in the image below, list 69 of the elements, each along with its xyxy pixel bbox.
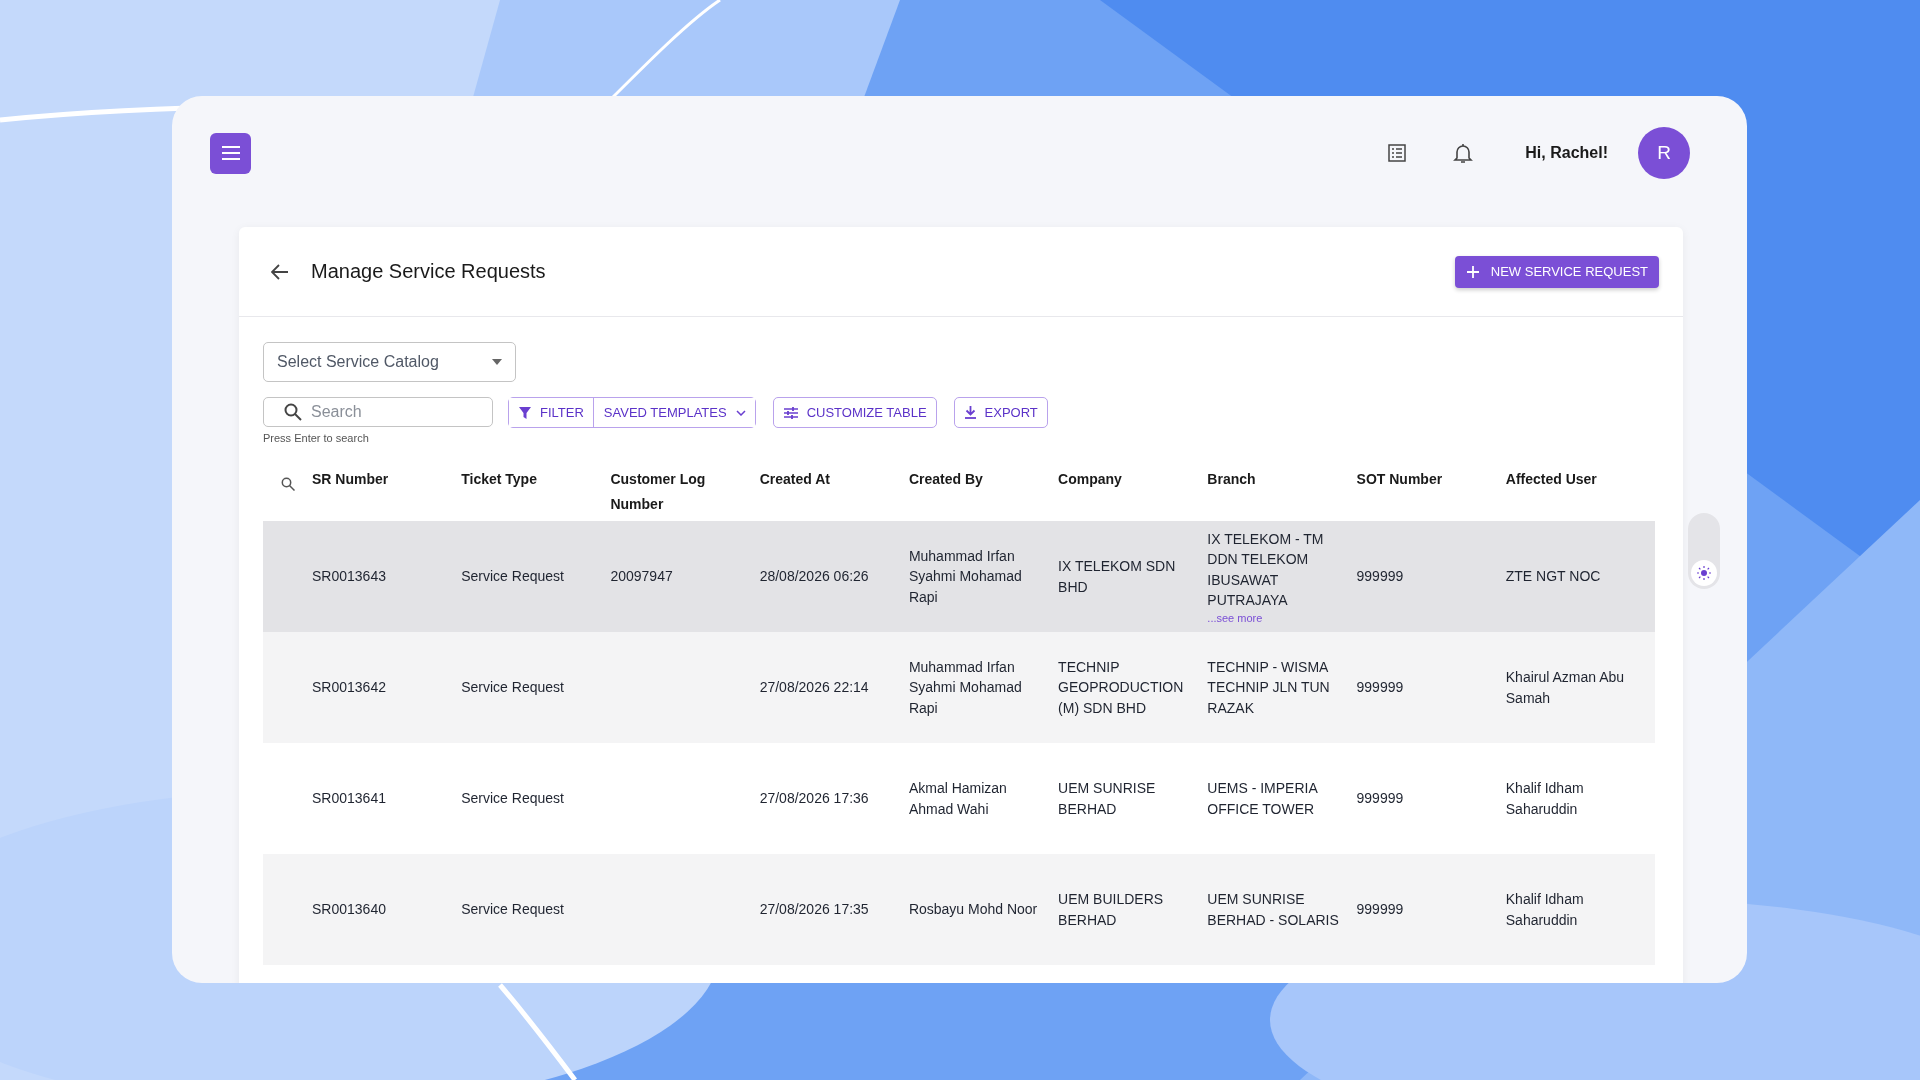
table-cell-text: 28/08/2026 06:26 xyxy=(759,567,870,587)
export-button[interactable]: EXPORT xyxy=(953,397,1048,428)
table-cell-text: UEM BUILDERS BERHAD xyxy=(1058,890,1165,930)
dropdown-caret-icon xyxy=(492,359,502,365)
column-header: Created At xyxy=(759,471,830,487)
table-cell-text: Khairul Azman Abu Samah xyxy=(1505,668,1626,708)
table-cell-text: TECHNIP GEOPRODUCTION (M) SDN BHD xyxy=(1058,657,1185,718)
menu-icon xyxy=(220,145,241,161)
table-cell-text: Service Request xyxy=(461,789,565,809)
table-cell-text: 27/08/2026 17:36 xyxy=(759,789,870,809)
table-cell-text: 999999 xyxy=(1356,900,1405,920)
table-cell-text: 999999 xyxy=(1356,789,1405,809)
table-cell-text: Service Request xyxy=(461,567,565,587)
menu-button[interactable] xyxy=(210,132,251,174)
column-header: Created By xyxy=(908,471,983,487)
table-cell-text: 999999 xyxy=(1356,678,1405,698)
table-cell-text: Akmal Hamizan Ahmad Wahi xyxy=(908,779,1008,819)
table-cell-text: Service Request xyxy=(461,678,565,698)
table-cell-text: Muhammad Irfan Syahmi Mohamad Rapi xyxy=(908,657,1023,718)
table-cell-text: SR0013640 xyxy=(312,900,387,920)
see-more-link[interactable]: ...see more xyxy=(1207,610,1353,625)
sun-icon xyxy=(1697,566,1711,580)
column-header: Ticket Type xyxy=(461,471,537,487)
filter-button[interactable]: FILTER xyxy=(509,398,594,427)
table-cell-text: Muhammad Irfan Syahmi Mohamad Rapi xyxy=(908,546,1023,607)
table-cell-text: Khalif Idham Saharuddin xyxy=(1505,779,1585,819)
table-cell-text: 20097947 xyxy=(610,567,674,587)
sliders-icon xyxy=(783,406,798,419)
search-field[interactable]: Search xyxy=(263,397,493,427)
table-cell-text: Khalif Idham Saharuddin xyxy=(1505,890,1585,930)
new-service-request-button[interactable]: NEW SERVICE REQUEST xyxy=(1454,255,1659,288)
table-cell-text: UEMS - IMPERIA OFFICE TOWER xyxy=(1207,779,1319,819)
search-icon xyxy=(284,403,302,421)
column-header: Affected User xyxy=(1505,471,1597,487)
column-header: SOT Number xyxy=(1356,471,1443,487)
table-cell-text: UEM SUNRISE BERHAD xyxy=(1058,779,1157,819)
table-row[interactable]: SR0013640 Service Request 27/08/2026 17:35 Rosbayu Mohd Noor UEM BUILDERS BERHAD UEM SUNRISE BERHAD - SOLARIS 999999 Khalif Idham Saharuddin xyxy=(263,854,1655,965)
back-arrow-icon[interactable] xyxy=(271,263,289,280)
chevron-down-icon xyxy=(735,409,746,416)
column-header: Customer Log Number xyxy=(610,471,706,512)
table-cell-text: 27/08/2026 17:35 xyxy=(759,900,870,920)
table-cell-text: IX TELEKOM SDN BHD xyxy=(1058,557,1177,597)
table-cell-text: SR0013643 xyxy=(312,567,387,587)
plus-icon xyxy=(1466,265,1479,278)
table-cell-text: 27/08/2026 22:14 xyxy=(759,678,870,698)
download-icon xyxy=(964,406,976,419)
table-cell-text: SR0013642 xyxy=(312,678,387,698)
column-search-icon[interactable] xyxy=(280,477,295,491)
table-cell-text: Rosbayu Mohd Noor xyxy=(908,900,1039,920)
table-cell-text: TECHNIP - WISMA TECHNIP JLN TUN RAZAK xyxy=(1207,657,1331,718)
column-header: Branch xyxy=(1207,471,1256,487)
column-header: Company xyxy=(1058,471,1122,487)
table-cell-text: 999999 xyxy=(1356,567,1405,587)
filter-icon xyxy=(519,406,531,419)
table-cell-text: IX TELEKOM - TM DDN TELEKOM IBUSAWAT PUTRAJAYA xyxy=(1207,529,1325,610)
table-row[interactable]: SR0013643 Service Request 20097947 28/08/2026 06:26 Muhammad Irfan Syahmi Mohamad Rapi IX TELEKOM SDN BHD IX TELEKOM - TM DDN TELEKOM IBUSAWAT PUTRAJAYA ...see more 999999 ZTE NGT NOC xyxy=(263,521,1655,632)
search-hint: Press Enter to search xyxy=(263,432,370,444)
table-cell-text: UEM SUNRISE BERHAD - SOLARIS xyxy=(1207,890,1340,930)
customize-table-button[interactable]: CUSTOMIZE TABLE xyxy=(772,397,937,428)
table-cell-text: Service Request xyxy=(461,900,565,920)
avatar[interactable]: R xyxy=(1638,127,1690,179)
greeting: Hi, Rachel! xyxy=(1525,144,1608,162)
theme-toggle[interactable] xyxy=(1688,513,1720,589)
service-catalog-select[interactable]: Select Service Catalog xyxy=(263,342,516,382)
table-cell-text: SR0013641 xyxy=(312,789,387,809)
table-cell-text: ZTE NGT NOC xyxy=(1505,567,1602,587)
table-row[interactable]: SR0013642 Service Request 27/08/2026 22:14 Muhammad Irfan Syahmi Mohamad Rapi TECHNIP GEOPRODUCTION (M) SDN BHD TECHNIP - WISMA TECHNIP JLN TUN RAZAK 999999 Khairul Azman Abu Samah xyxy=(263,632,1655,743)
column-header: SR Number xyxy=(312,471,389,487)
page-title: Manage Service Requests xyxy=(311,260,546,283)
